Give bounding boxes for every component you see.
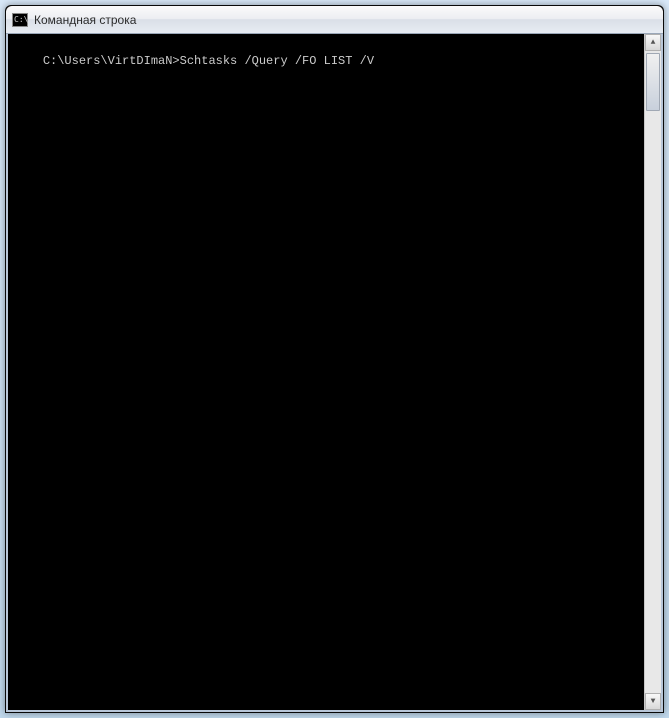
command-prompt-line: C:\Users\VirtDImaN>Schtasks /Query /FO L… xyxy=(43,54,374,68)
console-area[interactable]: C:\Users\VirtDImaN>Schtasks /Query /FO L… xyxy=(6,34,663,712)
scroll-thumb[interactable] xyxy=(646,53,660,111)
command-prompt-window: C:\ Командная строка C:\Users\VirtDImaN>… xyxy=(5,5,664,713)
titlebar[interactable]: C:\ Командная строка xyxy=(6,6,663,34)
scroll-track[interactable] xyxy=(645,51,661,693)
scroll-down-button[interactable]: ▼ xyxy=(645,693,661,710)
cmd-icon: C:\ xyxy=(12,13,28,27)
vertical-scrollbar[interactable]: ▲ ▼ xyxy=(644,34,661,710)
scroll-up-button[interactable]: ▲ xyxy=(645,34,661,51)
window-title: Командная строка xyxy=(34,13,136,27)
output-rows: Папка: \ Имя узла: VIRTDIMAN$ Имя задачи… xyxy=(14,68,659,712)
